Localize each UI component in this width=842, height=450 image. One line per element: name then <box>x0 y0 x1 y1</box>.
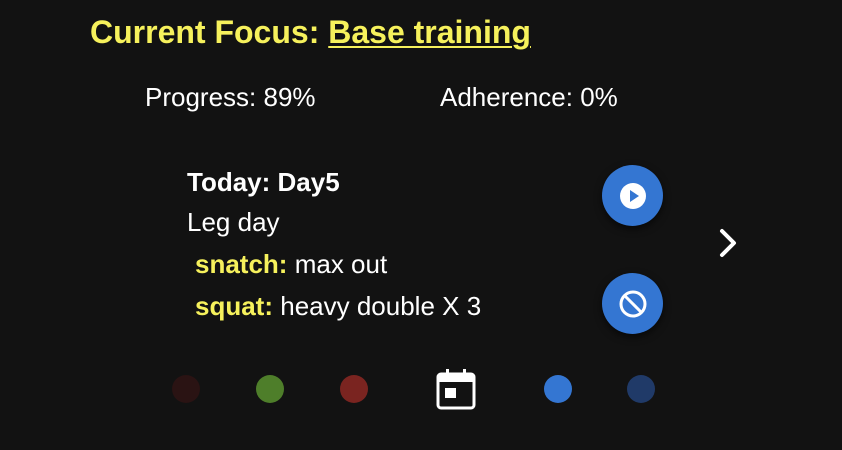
block-icon <box>619 290 646 317</box>
today-heading: Today: Day5 <box>187 167 340 197</box>
day-dot[interactable] <box>627 375 655 403</box>
focus-label: Current Focus: <box>90 14 320 50</box>
workout-screen: Current Focus: Base training Progress: 8… <box>0 0 842 450</box>
focus-link[interactable]: Base training <box>328 14 531 50</box>
day-indicators <box>0 369 842 410</box>
next-day-button[interactable] <box>712 225 744 261</box>
workout-name: Leg day <box>187 207 280 237</box>
exercise-name: snatch: <box>195 249 288 279</box>
day-dot[interactable] <box>256 375 284 403</box>
chevron-right-icon <box>720 229 736 257</box>
day-dot[interactable] <box>172 375 200 403</box>
play-circle-icon <box>619 182 646 209</box>
day-dot[interactable] <box>340 375 368 403</box>
adherence-stat: Adherence: 0% <box>440 82 618 112</box>
skip-workout-button[interactable] <box>602 273 663 334</box>
exercise-item: squat: heavy double X 3 <box>187 289 587 331</box>
today-workout-card: Today: Day5 Leg day snatch: max out squa… <box>187 165 587 331</box>
calendar-icon[interactable] <box>434 367 478 411</box>
exercise-detail: max out <box>294 249 388 279</box>
day-dot[interactable] <box>544 375 572 403</box>
exercise-item: snatch: max out <box>187 247 587 289</box>
exercise-detail: heavy double X 3 <box>280 291 482 321</box>
start-workout-button[interactable] <box>602 165 663 226</box>
progress-stat: Progress: 89% <box>145 82 316 112</box>
exercise-name: squat: <box>195 291 273 321</box>
current-focus-heading: Current Focus: Base training <box>90 14 531 51</box>
